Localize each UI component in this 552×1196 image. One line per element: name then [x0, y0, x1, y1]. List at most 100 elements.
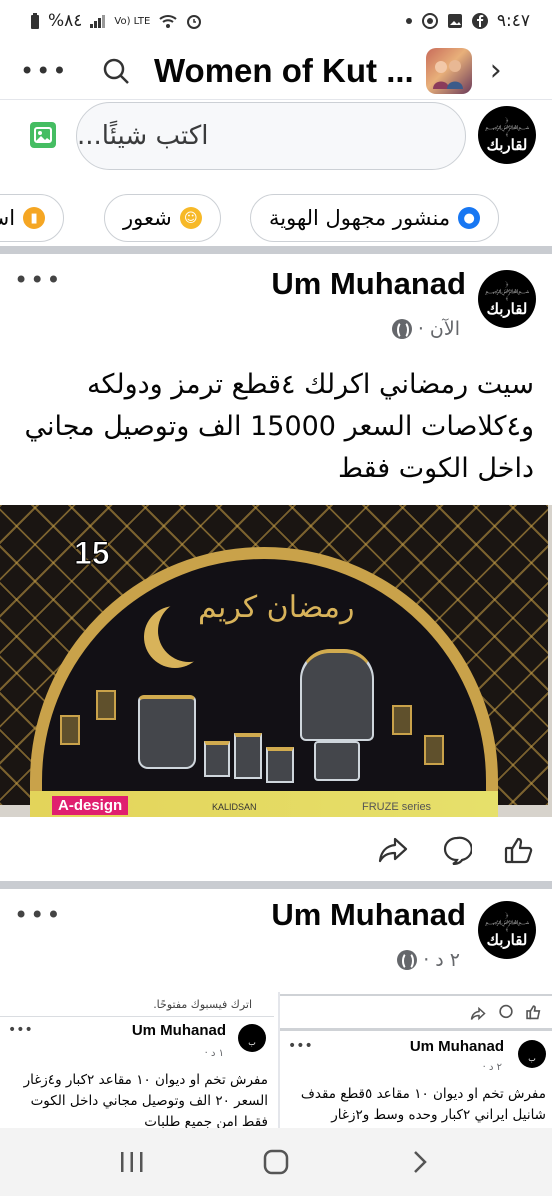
wifi-icon: [158, 13, 178, 29]
card-options-icon: •••: [8, 1022, 33, 1038]
post-time: ٢ د ·: [423, 949, 460, 971]
dispenser-stand: [314, 741, 360, 781]
network-label: Vo) LTE: [114, 15, 151, 27]
whatsapp-icon: [421, 12, 439, 30]
card-text: مفرش تخم او ديوان ١٠ مقاعد ٥قطع مقدف شان…: [300, 1086, 546, 1123]
battery-icon: [30, 12, 40, 30]
status-left: %٨٤ Vo) LTE: [30, 11, 202, 31]
post-actions: [0, 817, 552, 889]
emoji-icon: ☺: [179, 207, 202, 229]
user-avatar[interactable]: ﴿ ﷽ ﴾ لقاربك: [478, 106, 536, 164]
chip-label: منشور مجهول الهوية: [269, 206, 451, 230]
group-cover-thumbnail[interactable]: [425, 47, 472, 94]
card-text: مفرش تخم او ديوان ١٠ مقاعد ٢كبار و٤زغار …: [23, 1072, 268, 1128]
lantern-icon: [96, 690, 116, 720]
notification-dot-icon: [405, 17, 413, 25]
dispenser-image: [300, 649, 374, 741]
write-something-input[interactable]: اكتب شيئًا...: [76, 102, 466, 170]
clock: ٩:٤٧: [496, 11, 530, 31]
card-like-icon: [526, 1004, 542, 1024]
share-icon[interactable]: [376, 833, 410, 867]
pitcher-image: [138, 695, 196, 769]
avatar-calligraphy: ﴿ ﷽ ﴾: [485, 117, 529, 137]
cup-image: [204, 741, 230, 777]
card-time: ١ د ·: [204, 1048, 224, 1059]
group-title[interactable]: Women of Kut ...: [154, 52, 414, 90]
poll-icon: ▮: [23, 207, 46, 229]
author-avatar[interactable]: ﴿ ﷽ ﴾ لقاربك: [478, 270, 536, 328]
post-type-chips: ● منشور مجهول الهوية ☺ شعور ▮ استطلاع: [0, 190, 552, 254]
box-number-badge: 15: [74, 535, 111, 572]
post-meta: ٢ د ·: [397, 949, 460, 971]
chip-label: استطلاع: [0, 206, 16, 230]
chip-feeling[interactable]: ☺ شعور: [104, 194, 221, 242]
brand-kalidsan: KALIDSAN: [212, 802, 257, 812]
status-bar: %٨٤ Vo) LTE ٩:٤٧: [0, 0, 552, 42]
product-box: 15 رمضان كريم: [0, 505, 548, 817]
card-share-icon: [470, 1006, 486, 1025]
lantern-icon: [392, 705, 412, 735]
globe-icon: [391, 319, 412, 339]
cup-image: [266, 747, 294, 783]
alarm-icon: [186, 13, 202, 29]
signal-icon: [90, 14, 106, 28]
post-text: سيت رمضاني اكرلك ٤قطع ترمز ودولكه و٤كلاص…: [24, 369, 535, 484]
post-options-icon[interactable]: •••: [14, 266, 62, 294]
brand-fruze: FRUZE series: [362, 801, 432, 813]
comment-icon[interactable]: [440, 833, 474, 867]
divider: [0, 1016, 274, 1017]
chip-poll[interactable]: ▮ استطلاع: [0, 194, 65, 242]
avatar-word: لقاربك: [486, 300, 528, 318]
author-avatar[interactable]: ﴿ ﷽ ﴾ لقاربك: [478, 901, 536, 959]
gallery-icon: [447, 13, 463, 29]
avatar-calligraphy: ﴿ ﷽ ﴾: [485, 281, 529, 301]
card-avatar: ب: [238, 1024, 266, 1052]
screenshot-left: اترك فيسبوك مفتوحًا. ••• ب Um Muhanad ١ …: [0, 992, 274, 1128]
photo-icon[interactable]: [30, 122, 56, 148]
like-icon[interactable]: [502, 833, 536, 867]
card-avatar: ب: [518, 1040, 546, 1068]
android-navigation-bar: [0, 1128, 552, 1196]
card-time: ٢ د ·: [482, 1062, 502, 1073]
globe-icon: [397, 950, 418, 970]
brand-adesign: A-design: [52, 796, 129, 815]
post-author[interactable]: Um Muhanad: [271, 266, 466, 302]
post-author[interactable]: Um Muhanad: [271, 897, 466, 933]
cup-image: [234, 733, 262, 779]
chip-label: شعور: [123, 206, 172, 230]
screenshot-right: ••• ب Um Muhanad ٢ د · مفرش تخم او ديوان…: [278, 992, 552, 1128]
home-icon[interactable]: [256, 1142, 296, 1182]
lantern-icon: [424, 735, 444, 765]
post: ••• ﴿ ﷽ ﴾ لقاربك Um Muhanad ٢ د ·: [0, 889, 552, 992]
battery-level: %٨٤: [48, 11, 83, 31]
avatar-word: لقاربك: [486, 931, 528, 949]
card-author: Um Muhanad: [131, 1022, 226, 1039]
more-dots-icon[interactable]: •••: [20, 57, 66, 85]
post-meta: الآن ·: [391, 318, 460, 340]
recents-icon[interactable]: [112, 1142, 152, 1182]
post-composer: اكتب شيئًا... ﴿ ﷽ ﴾ لقاربك: [0, 100, 552, 176]
anonymous-icon: ●: [458, 207, 481, 229]
ramadan-kareem-text: رمضان كريم: [198, 590, 355, 625]
search-icon[interactable]: [96, 51, 136, 91]
back-icon[interactable]: [400, 1142, 440, 1182]
lantern-icon: [60, 715, 80, 745]
chevron-right-icon[interactable]: ›: [490, 53, 502, 88]
divider: [280, 994, 552, 996]
post-image[interactable]: 15 رمضان كريم A-design KALIDSAN FRUZE se…: [0, 505, 552, 817]
card-comment-icon: [498, 1004, 514, 1024]
divider: [280, 1028, 552, 1031]
card-author: Um Muhanad: [409, 1038, 504, 1055]
status-right: ٩:٤٧: [405, 11, 530, 31]
avatar-word: لقاربك: [486, 136, 528, 154]
post-options-icon[interactable]: •••: [14, 901, 62, 929]
group-header: ••• Women of Kut ... ›: [0, 42, 552, 100]
screenshot-header: اترك فيسبوك مفتوحًا.: [153, 998, 252, 1011]
post-time: الآن ·: [417, 318, 460, 340]
avatar-calligraphy: ﴿ ﷽ ﴾: [485, 912, 529, 932]
post-image-collage[interactable]: اترك فيسبوك مفتوحًا. ••• ب Um Muhanad ١ …: [0, 992, 552, 1128]
card-options-icon: •••: [288, 1038, 313, 1054]
chip-anonymous-post[interactable]: ● منشور مجهول الهوية: [250, 194, 500, 242]
post: ••• ﴿ ﷽ ﴾ لقاربك Um Muhanad الآن · سيت ر…: [0, 254, 552, 505]
facebook-icon: [471, 12, 489, 30]
